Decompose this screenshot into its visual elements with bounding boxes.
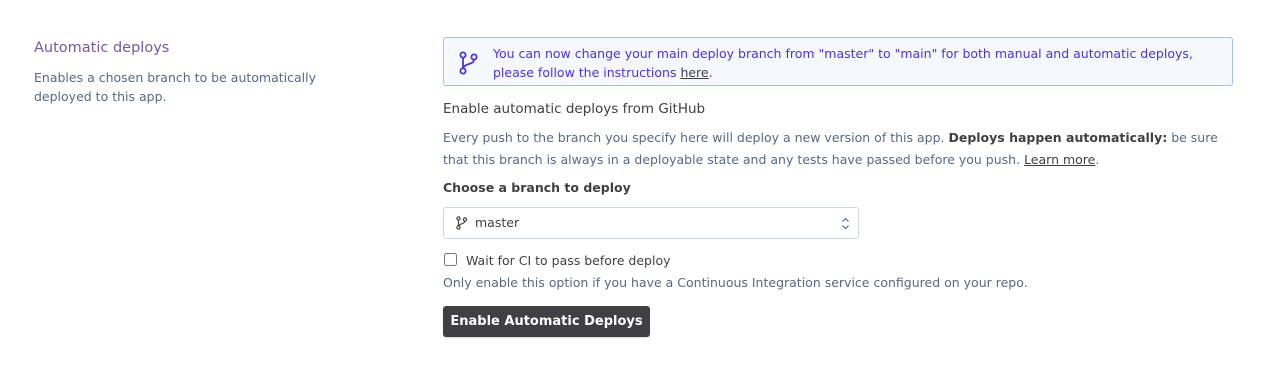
explain-bold: Deploys happen automatically: (948, 130, 1168, 145)
section-description: Enables a chosen branch to be automatica… (34, 70, 317, 104)
section-title: Automatic deploys (34, 40, 170, 56)
section-body: You can now change your main deploy bran… (443, 37, 1233, 337)
learn-more-link[interactable]: Learn more (1024, 152, 1095, 167)
wait-for-ci-label[interactable]: Wait for CI to pass before deploy (466, 251, 671, 271)
deploy-explanation: Every push to the branch you specify her… (443, 127, 1233, 171)
github-deploy-heading: Enable automatic deploys from GitHub (443, 101, 706, 117)
branch-select[interactable]: master (443, 207, 859, 239)
automatic-deploys-page: Automatic deploys Enables a chosen branc… (0, 0, 1266, 369)
notice-suffix: . (708, 65, 713, 80)
ci-help-text: Only enable this option if you have a Co… (443, 275, 1028, 290)
branch-select-label: Choose a branch to deploy (443, 180, 631, 195)
explain-prefix: Every push to the branch you specify her… (443, 130, 949, 145)
chevron-updown-icon (842, 217, 849, 230)
notice-text: You can now change your main deploy bran… (493, 46, 1193, 80)
learn-more-suffix: . (1095, 152, 1100, 167)
section-intro: Automatic deploys Enables a chosen branc… (34, 38, 334, 106)
main-branch-notice: You can now change your main deploy bran… (443, 37, 1233, 86)
git-branch-icon (459, 51, 478, 75)
ci-option-row: Wait for CI to pass before deploy (443, 251, 1233, 271)
enable-automatic-deploys-button[interactable]: Enable Automatic Deploys (443, 306, 650, 337)
wait-for-ci-checkbox[interactable] (444, 252, 457, 266)
git-branch-icon (456, 216, 468, 230)
notice-here-link[interactable]: here (680, 65, 708, 80)
branch-select-value: master (475, 215, 520, 230)
